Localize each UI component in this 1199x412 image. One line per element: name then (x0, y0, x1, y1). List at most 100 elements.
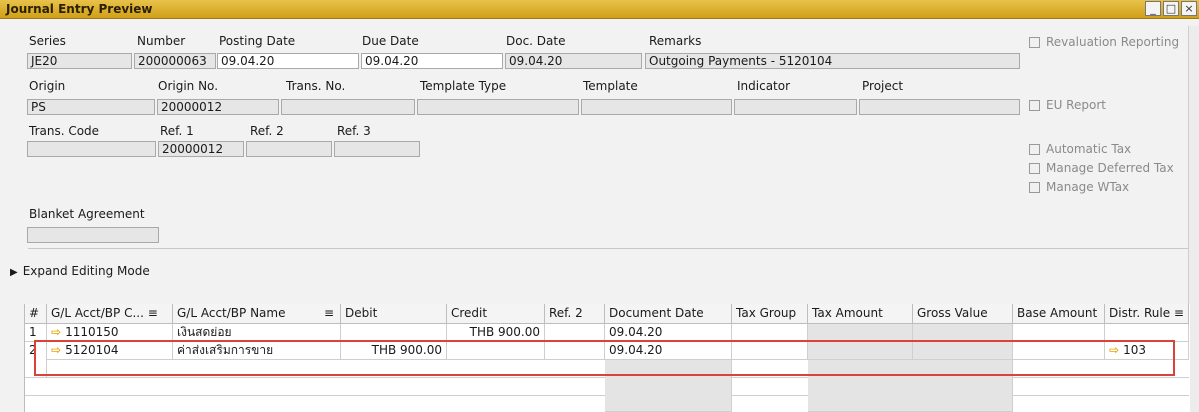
manage-deferred-tax-checkbox[interactable]: Manage Deferred Tax (1029, 161, 1174, 175)
name-cell[interactable]: ค่าส่งเสริมการขาย (173, 342, 341, 360)
trans-no-field[interactable] (281, 99, 415, 115)
template-type-label: Template Type (420, 79, 507, 93)
automatic-tax-checkbox[interactable]: Automatic Tax (1029, 142, 1131, 156)
debit-cell[interactable] (341, 324, 447, 342)
credit-cell[interactable] (447, 342, 545, 360)
due-date-label: Due Date (362, 34, 419, 48)
posting-date-label: Posting Date (219, 34, 296, 48)
col-header-base-amount[interactable]: Base Amount (1013, 304, 1105, 324)
manage-deferred-tax-label: Manage Deferred Tax (1046, 161, 1174, 175)
series-field[interactable]: JE20 (27, 53, 132, 69)
close-button[interactable]: × (1181, 1, 1197, 16)
acct-value: 1110150 (65, 325, 119, 339)
checkbox-box-icon (1029, 100, 1040, 111)
col-header-distr-rule[interactable]: Distr. Rule ≡ (1105, 304, 1189, 324)
checkbox-box-icon (1029, 37, 1040, 48)
origin-field[interactable]: PS (27, 99, 155, 115)
tax-group-cell[interactable] (732, 324, 808, 342)
col-header-name-label: G/L Acct/BP Name (177, 306, 286, 320)
ref2-cell[interactable] (545, 324, 605, 342)
name-cell[interactable]: เงินสดย่อย (173, 324, 341, 342)
empty-doc-date-column (605, 360, 732, 412)
doc-date-field[interactable]: 09.04.20 (505, 53, 642, 69)
number-field[interactable]: 200000063 (134, 53, 216, 69)
col-header-ref2[interactable]: Ref. 2 (545, 304, 605, 324)
col-header-tax-amount[interactable]: Tax Amount (808, 304, 913, 324)
ref1-label: Ref. 1 (160, 124, 194, 138)
project-label: Project (862, 79, 904, 93)
tax-amount-cell (808, 324, 913, 342)
col-header-name[interactable]: G/L Acct/BP Name ≡ (173, 304, 341, 324)
distr-rule-value: 103 (1123, 343, 1146, 357)
link-arrow-icon[interactable]: ⇨ (51, 343, 61, 357)
debit-cell[interactable]: THB 900.00 (341, 342, 447, 360)
series-label: Series (29, 34, 66, 48)
expand-editing-mode-toggle[interactable]: ▶ Expand Editing Mode (10, 264, 150, 278)
due-date-field[interactable]: 09.04.20 (361, 53, 503, 69)
revaluation-checkbox[interactable]: Revaluation Reporting (1029, 35, 1179, 49)
automatic-tax-label: Automatic Tax (1046, 142, 1132, 156)
window-title: Journal Entry Preview (6, 2, 153, 16)
number-label: Number (137, 34, 186, 48)
doc-date-label: Doc. Date (506, 34, 566, 48)
link-arrow-icon[interactable]: ⇨ (1109, 343, 1119, 357)
indicator-field[interactable] (734, 99, 857, 115)
col-header-tax-group[interactable]: Tax Group (732, 304, 808, 324)
ref2-cell[interactable] (545, 342, 605, 360)
acct-value: 5120104 (65, 343, 119, 357)
posting-date-field[interactable]: 09.04.20 (217, 53, 359, 69)
distr-rule-cell[interactable]: ⇨ 103 (1105, 342, 1189, 360)
origin-no-field[interactable]: 20000012 (157, 99, 279, 115)
remarks-label: Remarks (649, 34, 702, 48)
gross-value-cell (913, 342, 1013, 360)
tax-group-cell[interactable] (732, 342, 808, 360)
row-number: 2 (25, 342, 47, 378)
doc-date-cell[interactable]: 09.04.20 (605, 324, 732, 342)
link-arrow-icon[interactable]: ⇨ (51, 325, 61, 339)
revaluation-label: Revaluation Reporting (1046, 35, 1180, 49)
remarks-field[interactable]: Outgoing Payments - 5120104 (645, 53, 1020, 69)
col-header-debit[interactable]: Debit (341, 304, 447, 324)
credit-cell[interactable]: THB 900.00 (447, 324, 545, 342)
trans-code-field[interactable] (27, 141, 156, 157)
empty-tax-columns (808, 360, 1013, 412)
base-amount-cell[interactable] (1013, 324, 1105, 342)
ref3-field[interactable] (334, 141, 420, 157)
journal-lines-grid: # G/L Acct/BP C... ≡ G/L Acct/BP Name ≡ D… (24, 304, 1190, 412)
ref1-field[interactable]: 20000012 (158, 141, 244, 157)
col-header-credit[interactable]: Credit (447, 304, 545, 324)
template-field[interactable] (581, 99, 732, 115)
doc-date-cell[interactable]: 09.04.20 (605, 342, 732, 360)
manage-wtax-checkbox[interactable]: Manage WTax (1029, 180, 1129, 194)
col-header-num[interactable]: # (25, 304, 47, 324)
row-number: 1 (25, 324, 47, 342)
ref2-field[interactable] (246, 141, 332, 157)
indicator-label: Indicator (737, 79, 791, 93)
checkbox-box-icon (1029, 182, 1040, 193)
acct-cell[interactable]: ⇨ 5120104 (47, 342, 173, 360)
triangle-right-icon: ▶ (10, 267, 18, 278)
distr-rule-cell[interactable] (1105, 324, 1189, 342)
gross-value-cell (913, 324, 1013, 342)
ref3-label: Ref. 3 (337, 124, 371, 138)
checkbox-box-icon (1029, 144, 1040, 155)
manage-wtax-label: Manage WTax (1046, 180, 1130, 194)
col-header-acct[interactable]: G/L Acct/BP C... ≡ (47, 304, 173, 324)
title-bar: Journal Entry Preview _ □ × (0, 0, 1199, 19)
list-icon: ≡ (323, 306, 334, 320)
template-type-field[interactable] (417, 99, 579, 115)
base-amount-cell[interactable] (1013, 342, 1105, 360)
col-header-doc-date[interactable]: Document Date (605, 304, 732, 324)
maximize-button[interactable]: □ (1163, 1, 1179, 16)
trans-code-label: Trans. Code (29, 124, 100, 138)
acct-cell[interactable]: ⇨ 1110150 (47, 324, 173, 342)
col-header-gross-value[interactable]: Gross Value (913, 304, 1013, 324)
eu-report-checkbox[interactable]: EU Report (1029, 98, 1106, 112)
checkbox-box-icon (1029, 163, 1040, 174)
origin-no-label: Origin No. (158, 79, 219, 93)
blanket-agreement-field[interactable] (27, 227, 159, 243)
trans-no-label: Trans. No. (286, 79, 346, 93)
minimize-button[interactable]: _ (1145, 1, 1161, 16)
project-field[interactable] (859, 99, 1020, 115)
template-label: Template (583, 79, 638, 93)
